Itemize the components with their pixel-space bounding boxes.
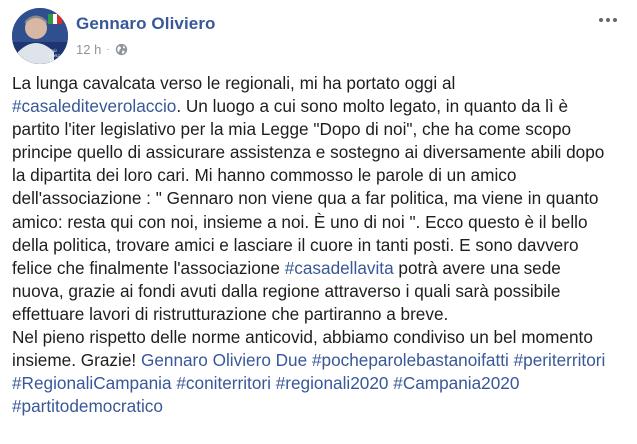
hashtag-link[interactable]: #Campania2020 [393,373,519,393]
text-segment: principe quello di assicurare assistenza… [12,142,605,163]
post-text-line: nuova, grazie ai fondi avuti dalla regio… [12,280,624,303]
avatar-image: PIÙ FORZA FATTI [12,8,68,64]
hashtag-link[interactable]: #periterritori [514,350,606,370]
profile-link[interactable]: Gennaro Oliviero Due [141,350,307,370]
more-options-dot [599,18,603,22]
text-segment: effettuare lavori di ristrutturazione ch… [12,303,449,324]
post-text-line: felice che finalmente l'associazione #ca… [12,257,624,280]
text-segment: . Un luogo a cui sono molto legato, in q… [176,96,569,117]
post-timestamp[interactable]: 12 h [76,42,101,57]
text-segment: la dipartita dei loro cari. Mi hanno com… [12,165,517,186]
post-text-line: della politica, trovare amici e lasciare… [12,234,624,257]
post-text-line: insieme. Grazie! Gennaro Oliviero Due #p… [12,349,624,372]
post-text-line: #casalediteverolaccio. Un luogo a cui so… [12,95,624,118]
post-text-line: La lunga cavalcata verso le regionali, m… [12,72,624,95]
post-text-line: amico: resta qui con noi, insieme a noi.… [12,211,624,234]
avatar[interactable]: PIÙ FORZA FATTI [12,8,68,64]
text-segment: amico: resta qui con noi, insieme a noi.… [12,211,588,232]
post-text-line: partito l'iter legislativo per la mia Le… [12,118,624,141]
hashtag-link[interactable]: #pocheparolebastanoifatti [312,350,509,370]
post-text-line: Nel pieno rispetto delle norme anticovid… [12,326,624,349]
post-text-line: #partitodemocratico [12,395,624,418]
text-segment: Nel pieno rispetto delle norme anticovid… [12,327,593,348]
text-segment: La lunga cavalcata verso le regionali, m… [12,73,456,93]
more-options-dot [613,18,617,22]
hashtag-link[interactable]: #casadellavita [285,258,394,278]
hashtag-link[interactable]: #partitodemocratico [12,396,163,416]
post-text-line: dell'associazione : " Gennaro non viene … [12,187,624,210]
author-name[interactable]: Gennaro Oliviero [76,14,216,34]
hashtag-link[interactable]: #casalediteverolaccio [12,96,176,116]
text-segment: partito l'iter legislativo per la mia Le… [12,119,572,140]
globe-icon[interactable] [115,43,128,56]
meta-separator: · [106,43,110,55]
post-text-line: principe quello di assicurare assistenza… [12,141,624,164]
text-segment: dell'associazione : " Gennaro non viene … [12,188,599,209]
text-segment: nuova, grazie ai fondi avuti dalla regio… [12,280,561,301]
more-options-icon[interactable] [594,10,622,30]
post-text-line: #RegionaliCampania #coniterritori #regio… [12,372,624,395]
text-segment: insieme. Grazie! [12,350,141,371]
text-segment: potrà avere una sede [393,257,561,278]
text-segment: della politica, trovare amici e lasciare… [12,234,579,255]
post-text-line: effettuare lavori di ristrutturazione ch… [12,303,624,326]
post-text: La lunga cavalcata verso le regionali, m… [12,72,624,418]
post-text-line: la dipartita dei loro cari. Mi hanno com… [12,164,624,187]
hashtag-link[interactable]: #RegionaliCampania [12,373,172,393]
more-options-dot [606,18,610,22]
text-segment: felice che finalmente l'associazione [12,257,285,278]
avatar-badge-line: FATTI [50,58,61,63]
post-meta: 12 h · [76,40,128,58]
hashtag-link[interactable]: #coniterritori [176,373,271,393]
post-header: PIÙ FORZA FATTI Gennaro Oliviero 12 h · [12,8,624,64]
hashtag-link[interactable]: #regionali2020 [276,373,389,393]
